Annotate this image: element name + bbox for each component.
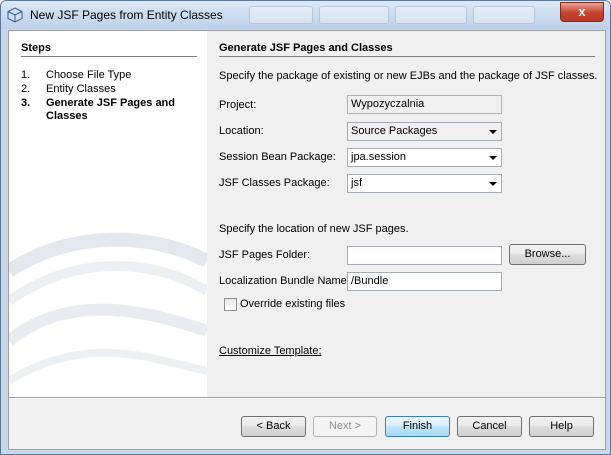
back-button[interactable]: < Back xyxy=(241,416,306,437)
step-label: Choose File Type xyxy=(46,69,132,81)
background-tab-ghost xyxy=(473,6,535,24)
cancel-button[interactable]: Cancel xyxy=(457,416,522,437)
jsf-pages-folder-input[interactable] xyxy=(347,246,502,265)
title-divider xyxy=(219,56,595,57)
next-button[interactable]: Next > xyxy=(313,416,377,437)
step-label: Generate JSF Pages and Classes xyxy=(46,97,175,122)
background-tab-ghost xyxy=(249,6,313,24)
decorative-swoosh xyxy=(9,232,207,385)
dialog-body: Steps 1. Choose File Type 2. Entity Clas… xyxy=(8,30,606,450)
help-button[interactable]: Help xyxy=(529,416,594,437)
location-label: Location: xyxy=(219,125,264,137)
jsf-pages-folder-label: JSF Pages Folder: xyxy=(219,249,311,261)
jsf-classes-label: JSF Classes Package: xyxy=(219,177,330,189)
customize-template-link[interactable]: Customize Template; xyxy=(219,345,322,357)
project-label: Project: xyxy=(219,99,257,111)
override-checkbox[interactable] xyxy=(224,298,237,311)
location-value: Source Packages xyxy=(351,125,438,137)
project-field: Wypozyczalnia xyxy=(347,95,502,114)
session-bean-label: Session Bean Package: xyxy=(219,151,336,163)
jsf-classes-select[interactable]: jsf xyxy=(347,174,502,193)
finish-button[interactable]: Finish xyxy=(385,416,450,437)
background-tab-ghost xyxy=(319,6,389,24)
localization-label: Localization Bundle Name: xyxy=(219,275,350,287)
background-tab-ghost xyxy=(395,6,467,24)
page-title: Generate JSF Pages and Classes xyxy=(219,42,393,54)
pages-location-text: Specify the location of new JSF pages. xyxy=(219,223,409,235)
override-label[interactable]: Override existing files xyxy=(240,298,345,310)
window-title: New JSF Pages from Entity Classes xyxy=(30,8,223,22)
step-number: 3. xyxy=(21,97,31,109)
window-close-button[interactable]: x xyxy=(560,2,604,22)
steps-heading: Steps xyxy=(21,42,51,54)
step-number: 2. xyxy=(21,83,31,95)
jsf-classes-value: jsf xyxy=(351,177,362,189)
dropdown-arrow-icon xyxy=(489,182,497,186)
netbeans-cube-icon xyxy=(7,7,23,23)
step-number: 1. xyxy=(21,69,31,81)
title-bar[interactable]: New JSF Pages from Entity Classes x xyxy=(1,1,610,29)
package-description: Specify the package of existing or new E… xyxy=(219,70,598,82)
steps-panel: Steps 1. Choose File Type 2. Entity Clas… xyxy=(9,31,207,397)
session-bean-select[interactable]: jpa.session xyxy=(347,148,502,167)
location-select[interactable]: Source Packages xyxy=(347,122,502,141)
dropdown-arrow-icon xyxy=(489,156,497,160)
step-label: Entity Classes xyxy=(46,83,116,95)
session-bean-value: jpa.session xyxy=(351,151,407,163)
steps-divider xyxy=(21,56,197,57)
dialog-window: New JSF Pages from Entity Classes x Step… xyxy=(0,0,611,455)
footer-divider-highlight xyxy=(9,398,605,399)
browse-button[interactable]: Browse... xyxy=(509,244,586,265)
dropdown-arrow-icon xyxy=(489,130,497,134)
localization-bundle-input[interactable]: /Bundle xyxy=(347,272,502,291)
